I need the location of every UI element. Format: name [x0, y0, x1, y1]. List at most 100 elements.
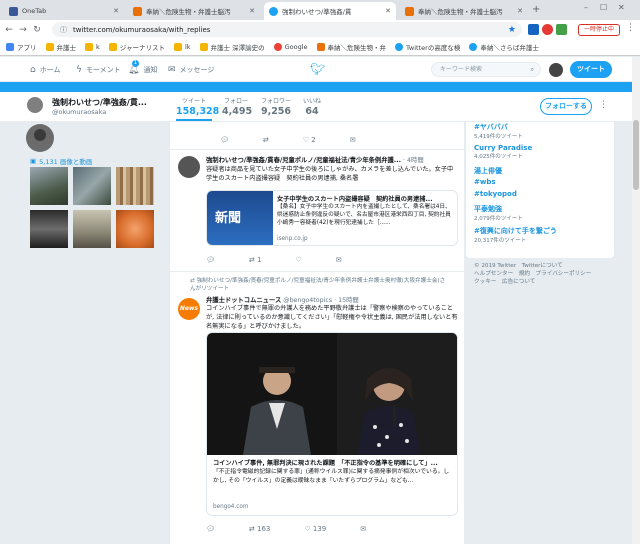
close-icon[interactable]: ✕ [113, 7, 119, 15]
bookmark-twitter[interactable]: 奉納＼さらば弁護士 [469, 42, 539, 52]
media-thumbnail[interactable] [30, 167, 68, 205]
nav-home[interactable]: ⌂ ホーム [30, 65, 61, 75]
stat-followers[interactable]: フォロワー 9,256 [260, 96, 292, 117]
trend-item[interactable]: #wbs [474, 178, 496, 186]
profile-name[interactable]: 強制わいせつ/準強姦/貫... [52, 97, 147, 108]
forward-icon[interactable]: → [16, 25, 30, 35]
reload-icon[interactable]: ↻ [30, 25, 44, 35]
close-icon[interactable]: ✕ [517, 7, 523, 15]
tweet-button[interactable]: ツイート [570, 61, 612, 78]
avatar[interactable]: News [178, 298, 200, 320]
close-icon[interactable]: ✕ [249, 7, 255, 15]
card-title: コインハイブ事件, 無罪判決に現された課題 「不正指令の基準を明確にして」... [213, 460, 438, 467]
like-icon[interactable]: ♡ 2 [303, 136, 316, 144]
reply-icon[interactable]: 💬︎ [206, 525, 215, 533]
footer-links[interactable]: ヘルプセンター 規約 プライバシーポリシー [474, 270, 614, 278]
stat-following[interactable]: フォロー 4,495 [222, 96, 252, 117]
footer-links[interactable]: クッキー 広告について [474, 278, 614, 286]
profile-handle[interactable]: @okumuraosaka [52, 108, 106, 116]
bookmark-star-icon[interactable]: ★ [508, 25, 516, 35]
media-link[interactable]: ▣ 5,131 画像と動画 [30, 156, 92, 166]
follow-button[interactable]: フォローする [540, 98, 592, 115]
search-input[interactable]: キーワード検索 ⌕ [431, 62, 541, 77]
media-thumbnail[interactable] [73, 167, 111, 205]
bookmark-folder[interactable]: 弁護士 [45, 42, 76, 52]
avatar[interactable] [178, 156, 200, 178]
site-footer: © 2019 Twitter Twitterについて ヘルプセンター 規約 プラ… [474, 262, 614, 286]
bookmark-google[interactable]: Google [273, 43, 308, 51]
tweet[interactable]: 強制わいせつ/準強姦/貫春/児童ポルノ/児童福祉法/青少年条例弁護... · 4… [170, 150, 464, 272]
tweet[interactable]: 💬︎ ⇄ ♡ 2 ✉ [170, 122, 464, 150]
back-icon[interactable]: ← [2, 25, 16, 35]
dm-icon[interactable]: ✉ [350, 136, 356, 144]
address-bar[interactable]: ⓘ twitter.com/okumuraosaka/with_replies … [52, 22, 522, 37]
tweet-author[interactable]: 強制わいせつ/準強姦/貫春/児童ポルノ/児童福祉法/青少年条例弁護... [206, 157, 401, 164]
trends-panel: #ヤバババ 5,419件のツイート Curry Paradise 4,025件のツイ… [466, 122, 614, 258]
media-thumbnail[interactable] [30, 210, 68, 248]
trend-item[interactable]: 湯上俳優 [474, 166, 502, 176]
nav-messages[interactable]: ✉ メッセージ [168, 65, 214, 75]
extension-icon[interactable] [556, 24, 567, 35]
tab-title: 奉納＼危険生物・弁護士脳汚 [146, 8, 231, 16]
menu-icon[interactable]: ⋮ [626, 23, 635, 33]
extension-icon[interactable] [528, 24, 539, 35]
link-card[interactable]: コインハイブ事件, 無罪判決に現された課題 「不正指令の基準を明確にして」...… [206, 332, 458, 516]
tweet-time[interactable]: · 4時間 [403, 157, 424, 164]
twitter-bird-icon[interactable]: 🐦︎ [310, 63, 325, 75]
nav-notifications[interactable]: 🔔︎ 通知 [128, 65, 157, 75]
dm-icon[interactable]: ✉ [336, 256, 342, 264]
tab-twitter-active[interactable]: 強制わいせつ/準強姦/貫 ✕ [264, 2, 396, 20]
like-icon[interactable]: ♡ 139 [304, 525, 326, 533]
minimize-icon[interactable]: – [584, 3, 588, 12]
trend-item[interactable]: 平泰勉強 2,079件のツイート [474, 204, 523, 222]
trend-item[interactable]: #tokyopod [474, 190, 517, 198]
bookmark-folder[interactable]: lk [173, 43, 191, 51]
bookmark-link[interactable]: 奉納＼危険生物・弁 [316, 42, 386, 52]
media-thumbnail[interactable] [73, 210, 111, 248]
retweet-icon[interactable]: ⇄ 163 [249, 525, 270, 533]
stat-likes[interactable]: いいね 64 [300, 96, 324, 117]
like-icon[interactable]: ♡ [295, 256, 301, 264]
tab-page-2[interactable]: 奉納＼危険生物・弁護士脳汚 ✕ [400, 2, 528, 20]
media-thumbnail[interactable] [116, 210, 154, 248]
link-card[interactable]: 新聞 女子中学生のスカート内盗撮容疑 契約社員の男逮捕... 【桑名】女子中学生… [206, 190, 458, 246]
trend-item[interactable]: #復興に向けて手を繋ごう 20,317件のツイート [474, 226, 557, 244]
new-tab-icon[interactable]: + [532, 4, 540, 15]
trend-item[interactable]: Curry Paradise 4,025件のツイート [474, 144, 532, 160]
profile-avatar-large[interactable] [26, 124, 54, 152]
tab-onetab[interactable]: OneTab ✕ [4, 2, 124, 20]
tab-page-1[interactable]: 奉納＼危険生物・弁護士脳汚 ✕ [128, 2, 260, 20]
maximize-icon[interactable]: ☐ [600, 3, 607, 12]
extension-icon[interactable] [542, 24, 553, 35]
avatar[interactable] [26, 96, 44, 114]
stat-tweets[interactable]: ツイート 158,328 [176, 96, 219, 121]
bookmark-folder[interactable]: k [85, 43, 100, 51]
footer-links[interactable]: © 2019 Twitter Twitterについて [474, 262, 614, 270]
twitter-icon [269, 6, 278, 16]
tweet-author[interactable]: 弁護士ドットコムニュース [206, 297, 281, 304]
avatar[interactable] [549, 63, 563, 77]
bookmark-folder[interactable]: ジャーナリスト [108, 42, 165, 52]
window-close-icon[interactable]: ✕ [618, 3, 625, 12]
reply-icon[interactable]: 💬︎ [206, 256, 215, 264]
nav-moments[interactable]: ϟ モーメント [76, 65, 121, 75]
tweet-handle[interactable]: @bengo4topics · 15時間 [283, 297, 358, 304]
card-description: 【桑名】女子中学生のスカート内を盗撮したとして、桑名署は4日、県迷惑防止条例違反… [277, 204, 451, 226]
more-options-icon[interactable]: ⋮ [599, 100, 608, 110]
reply-icon[interactable]: 💬︎ [220, 136, 229, 144]
paused-sync-button[interactable]: 一時停止中 [578, 24, 620, 36]
media-thumbnail[interactable] [116, 167, 154, 205]
scrollbar-thumb[interactable] [633, 120, 639, 190]
tweet[interactable]: ⇄ 強制わいせつ/準強姦/貫春/児童ポルノ/児童福祉法/青少年条例弁護士弁護士奥… [170, 272, 464, 544]
dm-icon[interactable]: ✉ [360, 525, 366, 533]
trend-item[interactable]: #ヤバババ 5,419件のツイート [474, 122, 523, 140]
bookmark-folder[interactable]: 弁護士 深澤諭史の [199, 42, 265, 52]
retweet-icon[interactable]: ⇄ [263, 136, 269, 144]
home-icon: ⌂ [30, 65, 36, 75]
search-icon[interactable]: ⌕ [531, 63, 534, 76]
info-icon[interactable]: ⓘ [60, 25, 67, 35]
retweet-icon[interactable]: ⇄ 1 [249, 256, 262, 264]
bookmark-apps[interactable]: アプリ [6, 42, 37, 52]
close-icon[interactable]: ✕ [385, 7, 391, 15]
bookmark-twitter-search[interactable]: Twitterの高度な検 [395, 42, 460, 52]
